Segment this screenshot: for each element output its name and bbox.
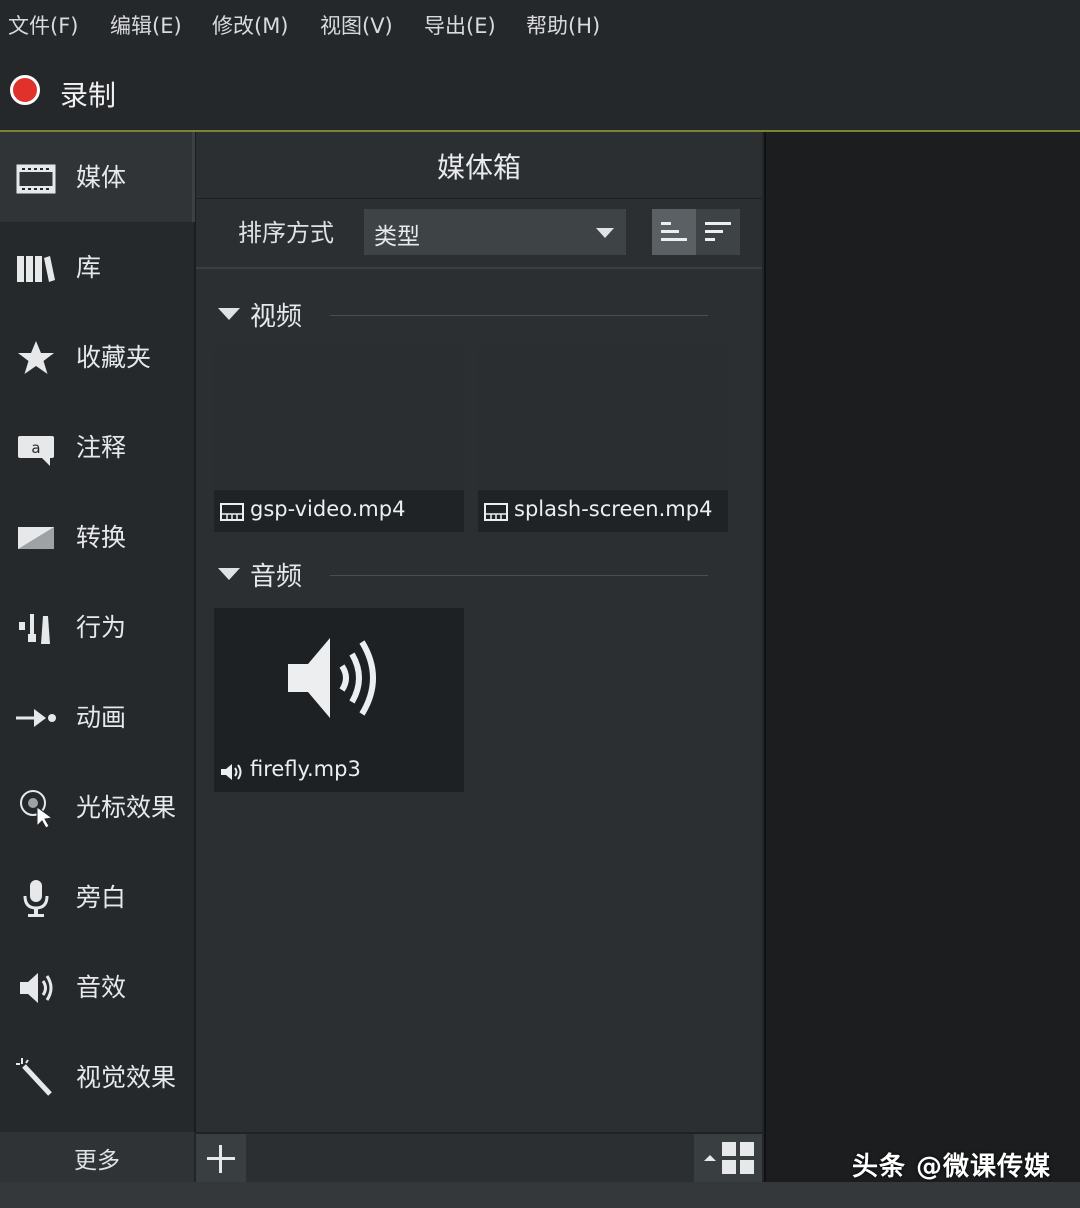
sidebar-item-label: 行为 xyxy=(76,613,127,642)
collapse-triangle-icon xyxy=(218,308,240,320)
tile-caption: gsp-video.mp4 xyxy=(214,490,464,532)
file-name: splash-screen.mp4 xyxy=(514,497,713,521)
sidebar-item-label: 动画 xyxy=(76,703,127,732)
sidebar-item-favorites[interactable]: 收藏夹 xyxy=(0,312,194,402)
tools-sidebar: 媒体 库 收藏夹 a 注释 转换 行为 动画 光标效果 旁白 音效 视觉效果 xyxy=(0,132,196,1132)
speaker-icon xyxy=(221,764,242,780)
media-bin-panel: 媒体箱 排序方式 类型 视频 gsp-video.mp4 splash-scre… xyxy=(196,132,762,1132)
sort-dropdown[interactable]: 类型 xyxy=(364,209,626,255)
chevron-down-icon xyxy=(596,228,614,238)
sort-descending-icon xyxy=(705,222,731,241)
tile-caption: firefly.mp3 xyxy=(214,750,464,792)
sort-order-toggle xyxy=(652,209,740,255)
sidebar-item-library[interactable]: 库 xyxy=(0,222,194,312)
media-tile-firefly[interactable]: firefly.mp3 xyxy=(214,608,464,792)
sort-ascending-icon xyxy=(661,222,687,241)
section-header-video[interactable]: 视频 xyxy=(218,294,738,334)
watermark-text: 头条 @微课传媒 xyxy=(852,1152,1052,1182)
menu-bar: 文件(F) 编辑(E) 修改(M) 视图(V) 导出(E) 帮助(H) xyxy=(0,0,1080,52)
sidebar-item-label: 旁白 xyxy=(76,883,127,912)
svg-text:a: a xyxy=(31,439,40,457)
library-books-icon xyxy=(17,256,55,282)
grid-view-icon xyxy=(704,1142,754,1174)
view-mode-button[interactable] xyxy=(694,1134,762,1184)
menu-modify[interactable]: 修改(M) xyxy=(212,10,289,40)
media-bin-footer xyxy=(196,1132,762,1184)
menu-view[interactable]: 视图(V) xyxy=(320,10,393,40)
sidebar-item-behaviors[interactable]: 行为 xyxy=(0,582,194,672)
record-button[interactable]: 录制 xyxy=(60,74,116,114)
media-tile-splash-screen[interactable]: splash-screen.mp4 xyxy=(478,346,728,532)
microphone-icon xyxy=(23,880,49,917)
menu-export[interactable]: 导出(E) xyxy=(424,10,496,40)
animation-arrow-icon xyxy=(16,709,56,727)
collapse-triangle-icon xyxy=(218,568,240,580)
panel-title: 媒体箱 xyxy=(436,151,521,184)
status-bar xyxy=(0,1182,1080,1208)
sort-ascending-button[interactable] xyxy=(652,209,696,255)
sidebar-item-media[interactable]: 媒体 xyxy=(0,132,195,222)
menu-help[interactable]: 帮助(H) xyxy=(526,10,600,40)
more-label: 更多 xyxy=(74,1148,120,1174)
speaker-icon xyxy=(288,638,376,718)
sidebar-item-label: 音效 xyxy=(76,973,127,1002)
sidebar-item-voice-narration[interactable]: 旁白 xyxy=(0,852,194,942)
tile-caption: splash-screen.mp4 xyxy=(478,490,728,532)
sidebar-item-label: 收藏夹 xyxy=(76,343,152,372)
sort-toolbar: 排序方式 类型 xyxy=(196,198,762,269)
video-thumbnail xyxy=(214,346,464,490)
sidebar-item-label: 注释 xyxy=(76,433,127,462)
sidebar-item-label: 库 xyxy=(76,253,102,282)
sort-value: 类型 xyxy=(374,224,420,250)
section-header-audio[interactable]: 音频 xyxy=(218,554,738,594)
sidebar-item-label: 视觉效果 xyxy=(76,1063,177,1092)
file-name: firefly.mp3 xyxy=(250,757,361,781)
cursor-effect-icon xyxy=(20,790,54,828)
canvas-preview[interactable] xyxy=(764,132,1080,1182)
magic-wand-icon xyxy=(16,1058,52,1096)
behaviors-icon xyxy=(19,614,50,644)
plus-icon xyxy=(207,1145,235,1173)
sidebar-item-transitions[interactable]: 转换 xyxy=(0,492,194,582)
more-button[interactable]: 更多 xyxy=(0,1132,194,1182)
sidebar-item-label: 媒体 xyxy=(76,163,127,192)
sidebar-item-label: 转换 xyxy=(76,523,127,552)
video-file-icon xyxy=(220,503,244,521)
sidebar-item-label: 光标效果 xyxy=(76,793,177,822)
transition-icon xyxy=(18,527,54,549)
record-icon[interactable] xyxy=(10,75,40,105)
media-tile-gsp-video[interactable]: gsp-video.mp4 xyxy=(214,346,464,532)
section-title: 音频 xyxy=(250,562,303,592)
speaker-icon xyxy=(20,973,53,1003)
menu-file[interactable]: 文件(F) xyxy=(8,10,78,40)
sort-descending-button[interactable] xyxy=(696,209,740,255)
record-toolbar: 录制 xyxy=(0,52,1080,132)
sort-label: 排序方式 xyxy=(238,219,334,247)
sidebar-item-animations[interactable]: 动画 xyxy=(0,672,194,762)
sidebar-item-visual-effects[interactable]: 视觉效果 xyxy=(0,1032,194,1122)
callout-icon: a xyxy=(18,436,54,466)
video-file-icon xyxy=(484,503,508,521)
section-title: 视频 xyxy=(250,302,303,332)
file-name: gsp-video.mp4 xyxy=(250,497,406,521)
sidebar-item-cursor-effects[interactable]: 光标效果 xyxy=(0,762,194,852)
video-thumbnail xyxy=(478,346,728,490)
divider xyxy=(330,315,708,316)
sidebar-item-audio-effects[interactable]: 音效 xyxy=(0,942,194,1032)
menu-edit[interactable]: 编辑(E) xyxy=(110,10,182,40)
add-media-button[interactable] xyxy=(196,1134,246,1184)
sidebar-item-annotations[interactable]: a 注释 xyxy=(0,402,194,492)
divider xyxy=(330,575,708,576)
star-icon xyxy=(18,341,54,374)
film-strip-icon xyxy=(16,164,56,194)
